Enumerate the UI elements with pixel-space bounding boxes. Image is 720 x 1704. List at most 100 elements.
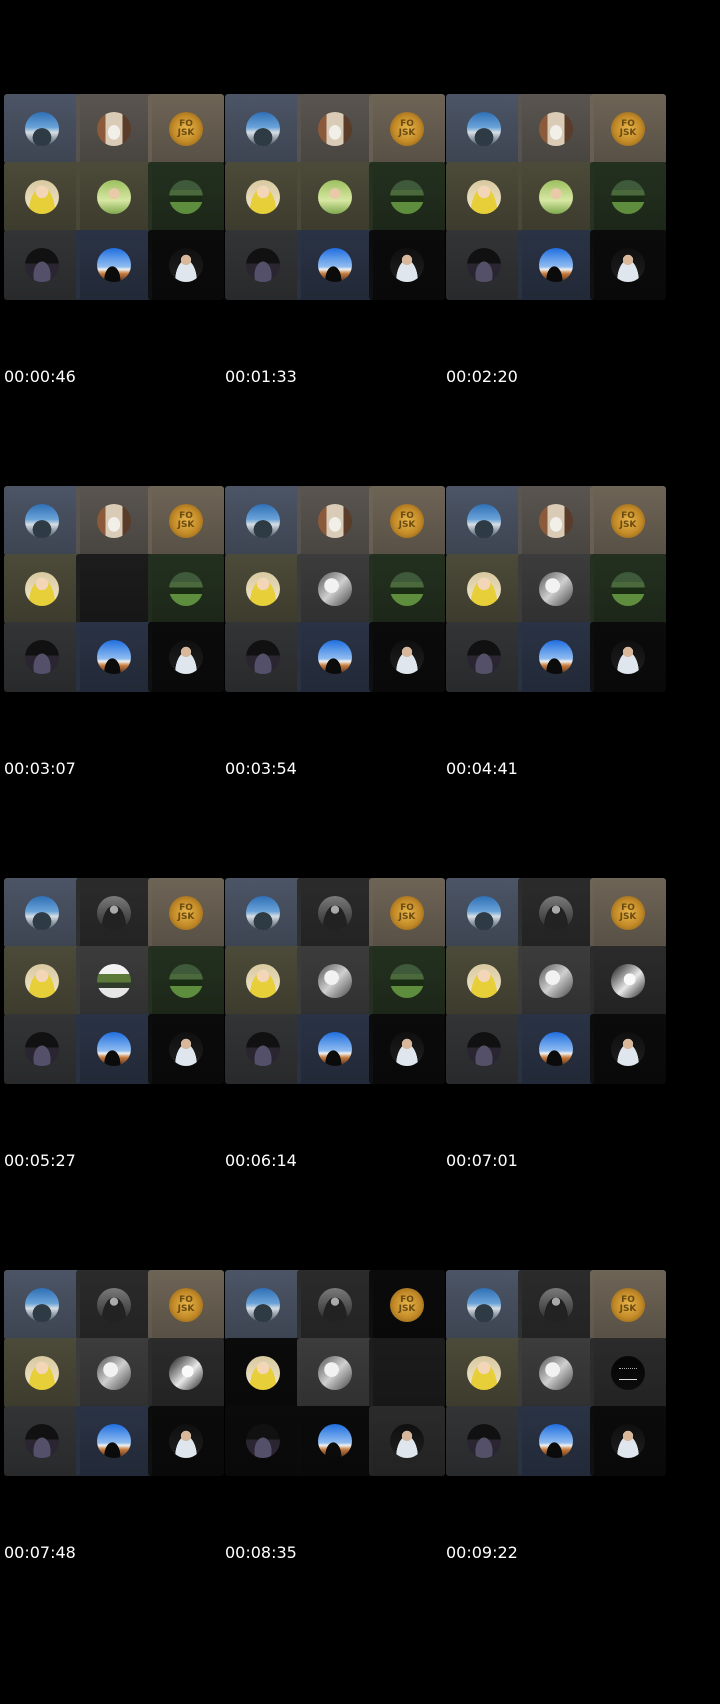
green-outdoor-person-avatar-icon bbox=[318, 180, 352, 214]
gold-badge-avatar-icon: FO JSK bbox=[169, 112, 203, 146]
sky-climber-avatar-icon bbox=[246, 112, 280, 146]
participant-tile bbox=[225, 230, 301, 300]
green-field-avatar-icon bbox=[169, 180, 203, 214]
participant-tile bbox=[148, 230, 224, 300]
participant-tile bbox=[446, 622, 522, 692]
participant-tile bbox=[4, 486, 80, 556]
participant-tile bbox=[4, 162, 80, 232]
thumbnail-frame[interactable]: FO JSK bbox=[225, 1270, 461, 1496]
green-field-avatar-icon bbox=[169, 572, 203, 606]
participant-tile: FO JSK bbox=[369, 1270, 445, 1340]
man-in-suit-avatar-icon bbox=[169, 248, 203, 282]
thumbnail-frame[interactable]: FO JSK bbox=[4, 1270, 240, 1496]
participant-tile bbox=[4, 230, 80, 300]
bw-nature-avatar-icon bbox=[318, 964, 352, 998]
dark-road-avatar-icon bbox=[25, 248, 59, 282]
participant-tile bbox=[225, 1406, 301, 1476]
thumbnail-frame[interactable]: FO JSK bbox=[225, 94, 461, 320]
thumbnail-frame[interactable]: FO JSK bbox=[4, 878, 240, 1104]
thumbnail-frame[interactable]: FO JSK bbox=[225, 878, 461, 1104]
blue-sky-silhouette-avatar-icon bbox=[539, 640, 573, 674]
participant-tile bbox=[4, 878, 80, 948]
participant-tile bbox=[225, 1338, 301, 1408]
dark-road-avatar-icon bbox=[25, 640, 59, 674]
sky-climber-avatar-icon bbox=[467, 896, 501, 930]
participant-tile bbox=[297, 554, 373, 624]
participant-tile bbox=[297, 162, 373, 232]
badge-lettering: FO JSK bbox=[619, 119, 637, 138]
participant-tile bbox=[297, 622, 373, 692]
fireplace-avatar-icon bbox=[318, 112, 352, 146]
gold-badge-avatar-icon: FO JSK bbox=[611, 504, 645, 538]
participant-tile: FO JSK bbox=[148, 94, 224, 164]
sky-climber-avatar-icon bbox=[246, 504, 280, 538]
man-in-suit-avatar-icon bbox=[169, 1032, 203, 1066]
empty-tile bbox=[76, 554, 152, 624]
thumbnail-frame[interactable]: FO JSK bbox=[446, 1270, 682, 1496]
sky-climber-avatar-icon bbox=[25, 504, 59, 538]
participant-tile bbox=[76, 1270, 152, 1340]
participant-tile bbox=[4, 554, 80, 624]
participant-tile: FO JSK bbox=[369, 878, 445, 948]
bw-nature-avatar-icon bbox=[539, 572, 573, 606]
dark-figure-avatar-icon bbox=[97, 896, 131, 930]
participant-tile bbox=[297, 1406, 373, 1476]
participant-tile bbox=[76, 1338, 152, 1408]
participant-tile: FO JSK bbox=[148, 1270, 224, 1340]
participant-tile bbox=[446, 554, 522, 624]
yellow-shirt-person-avatar-icon bbox=[246, 180, 280, 214]
thumbnail-frame[interactable]: FO JSK bbox=[4, 486, 240, 712]
participant-tile bbox=[590, 554, 666, 624]
participant-tile bbox=[148, 554, 224, 624]
participant-tile bbox=[446, 1014, 522, 1084]
participant-tile bbox=[76, 622, 152, 692]
sky-climber-avatar-icon bbox=[246, 1288, 280, 1322]
blue-sky-silhouette-avatar-icon bbox=[97, 640, 131, 674]
participant-tile: FO JSK bbox=[590, 94, 666, 164]
participant-tile bbox=[590, 946, 666, 1016]
thumbnail-frame[interactable]: FO JSK bbox=[225, 486, 461, 712]
participant-tile bbox=[76, 878, 152, 948]
yellow-shirt-person-avatar-icon bbox=[25, 1356, 59, 1390]
gold-badge-avatar-icon: FO JSK bbox=[390, 112, 424, 146]
man-in-suit-avatar-icon bbox=[390, 1424, 424, 1458]
green-field-avatar-icon bbox=[169, 964, 203, 998]
fireplace-avatar-icon bbox=[97, 112, 131, 146]
timestamp-label: 00:06:14 bbox=[225, 1151, 297, 1170]
participant-tile bbox=[76, 162, 152, 232]
badge-lettering: FO JSK bbox=[177, 903, 195, 922]
thumbnail-frame[interactable]: FO JSK bbox=[446, 94, 682, 320]
blue-sky-silhouette-avatar-icon bbox=[318, 248, 352, 282]
participant-tile bbox=[446, 1406, 522, 1476]
dark-figure-avatar-icon bbox=[318, 1288, 352, 1322]
thumbnail-frame[interactable]: FO JSK bbox=[446, 878, 682, 1104]
badge-lettering: FO JSK bbox=[619, 903, 637, 922]
gold-badge-avatar-icon: FO JSK bbox=[611, 1288, 645, 1322]
thumbnail-frame[interactable]: FO JSK bbox=[446, 486, 682, 712]
participant-tile bbox=[369, 554, 445, 624]
dark-road-avatar-icon bbox=[467, 248, 501, 282]
participant-tile bbox=[4, 622, 80, 692]
participant-tile: FO JSK bbox=[148, 878, 224, 948]
participant-tile bbox=[590, 1338, 666, 1408]
participant-tile bbox=[148, 622, 224, 692]
dark-road-avatar-icon bbox=[25, 1424, 59, 1458]
participant-tile bbox=[518, 94, 594, 164]
participant-tile bbox=[4, 1014, 80, 1084]
signature-scribble bbox=[619, 1368, 637, 1380]
dark-road-avatar-icon bbox=[246, 1424, 280, 1458]
participant-tile bbox=[225, 486, 301, 556]
participant-tile bbox=[225, 946, 301, 1016]
timestamp-label: 00:03:07 bbox=[4, 759, 76, 778]
sky-climber-avatar-icon bbox=[467, 112, 501, 146]
participant-tile bbox=[225, 94, 301, 164]
participant-tile bbox=[4, 1406, 80, 1476]
dark-figure-avatar-icon bbox=[539, 896, 573, 930]
gold-badge-avatar-icon: FO JSK bbox=[390, 504, 424, 538]
participant-tile bbox=[148, 1014, 224, 1084]
participant-tile bbox=[518, 622, 594, 692]
gold-badge-avatar-icon: FO JSK bbox=[169, 1288, 203, 1322]
fireplace-avatar-icon bbox=[539, 504, 573, 538]
thumbnail-frame[interactable]: FO JSK bbox=[4, 94, 240, 320]
badge-lettering: FO JSK bbox=[177, 511, 195, 530]
